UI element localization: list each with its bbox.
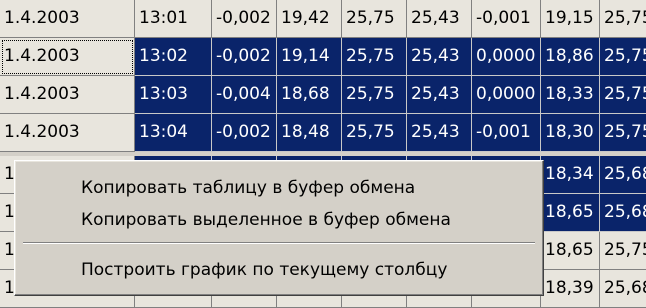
- table-cell[interactable]: 18,48: [277, 114, 342, 152]
- table-cell[interactable]: 25,43: [407, 0, 472, 38]
- table-cell[interactable]: 25,75: [342, 0, 407, 38]
- table-cell[interactable]: 25,68: [600, 270, 646, 308]
- menu-item-copy-table[interactable]: Копировать таблицу в буфер обмена: [17, 171, 541, 205]
- table-cell[interactable]: -0,004: [212, 76, 277, 114]
- table-cell[interactable]: 25,68: [600, 156, 646, 194]
- table-cell[interactable]: 18,86: [541, 38, 600, 76]
- menu-item-plot-column[interactable]: Построить график по текущему столбцу: [17, 253, 541, 287]
- table-cell[interactable]: 25,75: [600, 76, 646, 114]
- table-cell[interactable]: 18,68: [277, 76, 342, 114]
- table-cell[interactable]: 1.4.2003: [0, 76, 135, 114]
- table-cell[interactable]: 19,14: [277, 38, 342, 76]
- table-cell[interactable]: 19,15: [541, 0, 600, 38]
- menu-item-copy-selection[interactable]: Копировать выделенное в буфер обмена: [17, 203, 541, 237]
- table-cell[interactable]: 25,75: [600, 38, 646, 76]
- table-cell[interactable]: 1.4.2003: [0, 114, 135, 152]
- table-cell[interactable]: 25,75: [342, 76, 407, 114]
- context-menu: Копировать таблицу в буфер обмена Копиро…: [14, 160, 544, 296]
- table-cell[interactable]: 25,43: [407, 114, 472, 152]
- table-cell[interactable]: 1.4.2003: [0, 0, 135, 38]
- table-row[interactable]: 1.4.2003 13:04 -0,002 18,48 25,75 25,43 -0,001…: [0, 114, 646, 152]
- table-cell[interactable]: 18,34: [541, 156, 600, 194]
- table-cell[interactable]: 25,75: [600, 0, 646, 38]
- table-cell[interactable]: 13:01: [135, 0, 212, 38]
- table-cell[interactable]: -0,002: [212, 0, 277, 38]
- table-cell[interactable]: 0,0000: [472, 76, 541, 114]
- table-cell[interactable]: 25,68: [600, 194, 646, 232]
- table-row[interactable]: 1.4.2003 13:01 -0,002 19,42 25,75 25,43 -0,001…: [0, 0, 646, 38]
- table-cell[interactable]: 18,33: [541, 76, 600, 114]
- table-cell[interactable]: 25,43: [407, 76, 472, 114]
- table-cell[interactable]: 25,75: [600, 232, 646, 270]
- table-row[interactable]: 1.4.2003 13:02 -0,002 19,14 25,75 25,43 0,0000…: [0, 38, 646, 76]
- table-cell[interactable]: 25,75: [600, 114, 646, 152]
- table-cell[interactable]: 13:04: [135, 114, 212, 152]
- table-cell[interactable]: 18,65: [541, 194, 600, 232]
- table-cell[interactable]: 0,0000: [472, 38, 541, 76]
- table-cell[interactable]: 25,75: [342, 114, 407, 152]
- table-cell[interactable]: -0,002: [212, 38, 277, 76]
- table-cell[interactable]: 19,42: [277, 0, 342, 38]
- table-cell[interactable]: 18,30: [541, 114, 600, 152]
- menu-separator: [23, 242, 535, 244]
- table-cell[interactable]: 25,75: [342, 38, 407, 76]
- table-cell[interactable]: -0,001: [472, 114, 541, 152]
- table-cell[interactable]: -0,002: [212, 114, 277, 152]
- table-cell[interactable]: -0,001: [472, 0, 541, 38]
- table-cell[interactable]: 13:02: [135, 38, 212, 76]
- table-row[interactable]: 1.4.2003 13:03 -0,004 18,68 25,75 25,43 0,0000…: [0, 76, 646, 114]
- table-cell[interactable]: 13:03: [135, 76, 212, 114]
- table-cell[interactable]: 18,39: [541, 270, 600, 308]
- table-cell[interactable]: 18,65: [541, 232, 600, 270]
- table-cell[interactable]: 25,43: [407, 38, 472, 76]
- table-cell[interactable]: 1.4.2003: [0, 38, 135, 76]
